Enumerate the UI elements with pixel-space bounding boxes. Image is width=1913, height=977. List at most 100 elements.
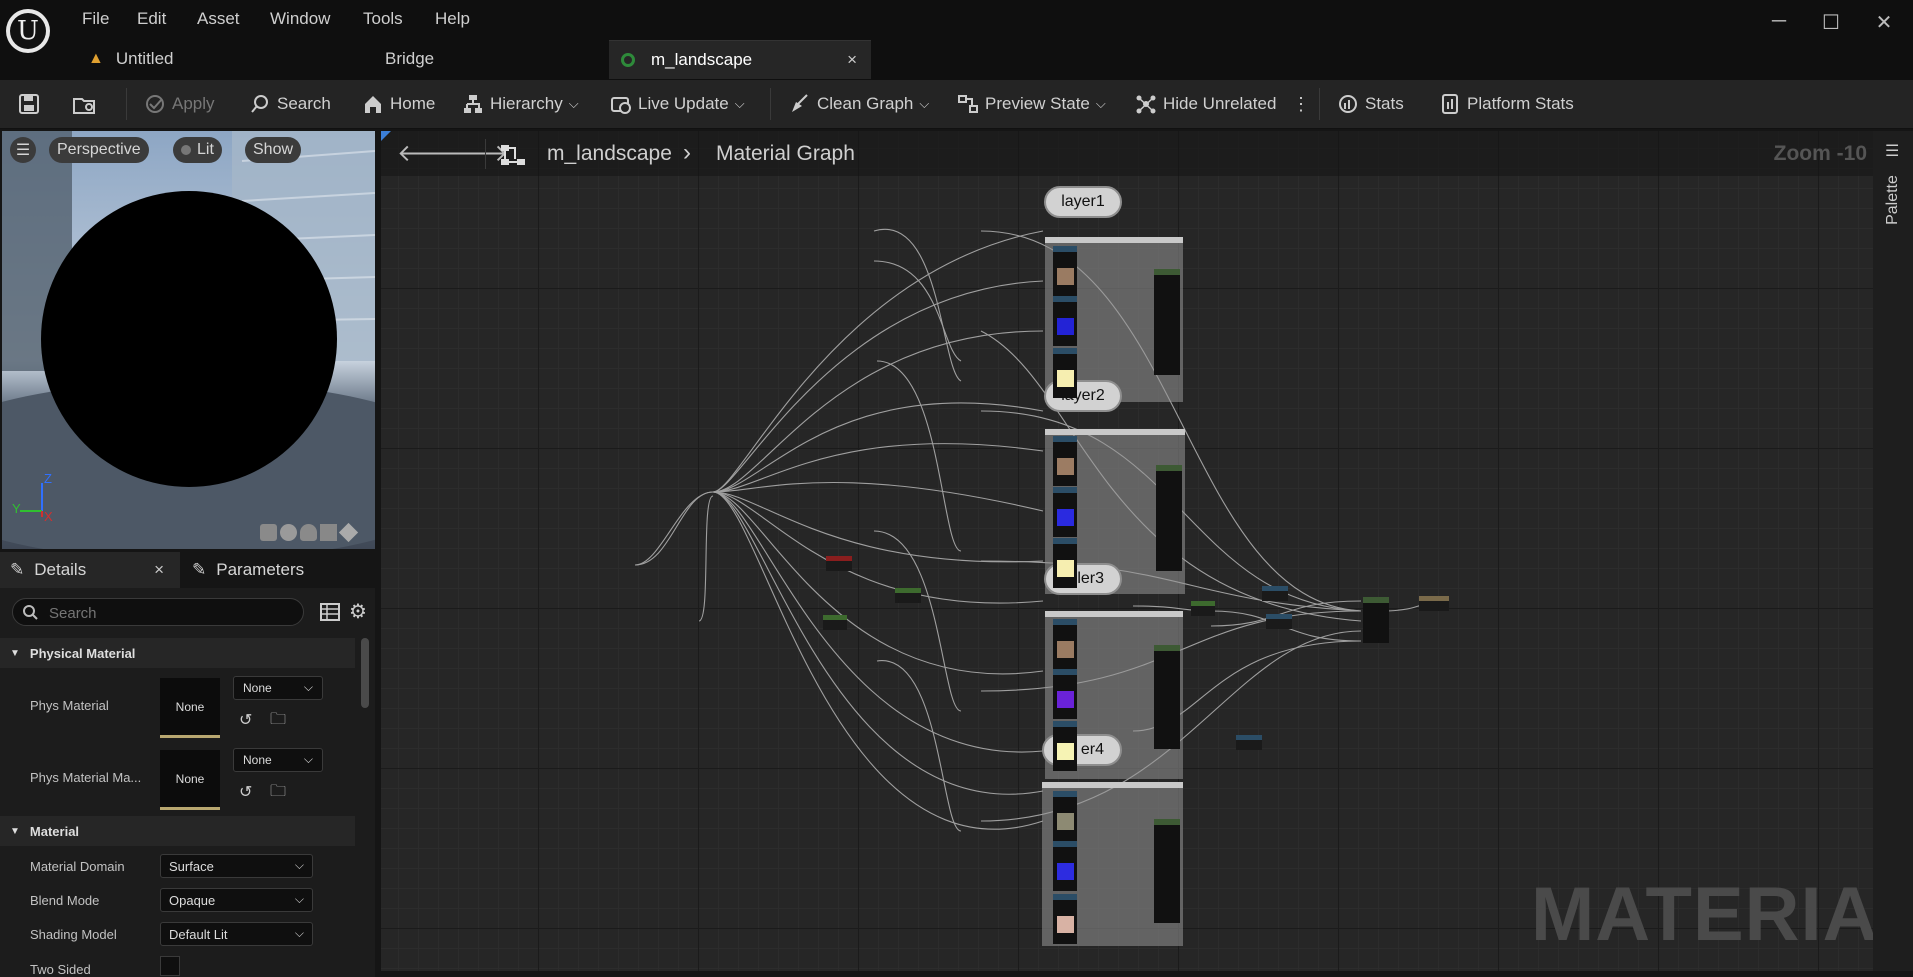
menu-file[interactable]: File — [82, 9, 109, 29]
menu-asset[interactable]: Asset — [197, 9, 240, 29]
menu-window[interactable]: Window — [270, 9, 330, 29]
hierarchy-dropdown[interactable]: Hierarchy ⌵ — [462, 90, 579, 118]
texture-sample-node[interactable] — [1053, 669, 1077, 719]
palette-list-icon[interactable]: ☰ — [1885, 141, 1899, 161]
maximize-button[interactable]: ☐ — [1816, 10, 1846, 35]
warning-icon: ▲ — [88, 50, 104, 67]
viewport-menu-button[interactable]: ☰ — [10, 137, 36, 163]
save-button[interactable] — [18, 90, 40, 118]
platform-stats-button[interactable]: Platform Stats — [1439, 90, 1574, 118]
details-search-box[interactable] — [12, 598, 304, 626]
cylinder-icon[interactable] — [260, 524, 277, 541]
show-button[interactable]: Show — [245, 137, 302, 163]
sphere-icon[interactable] — [280, 524, 297, 541]
preview-state-dropdown[interactable]: Preview State ⌵ — [957, 90, 1106, 118]
texture-sample-node[interactable] — [1053, 246, 1077, 296]
material-function-node[interactable] — [1154, 269, 1180, 375]
apply-button[interactable]: Apply — [144, 90, 215, 118]
texture-sample-node[interactable] — [1053, 841, 1077, 891]
texture-sample-node[interactable] — [1053, 436, 1077, 486]
parameter-node[interactable] — [1191, 601, 1215, 616]
lit-button[interactable]: Lit — [173, 137, 222, 163]
tab-bridge[interactable]: Bridge — [385, 40, 434, 78]
home-button[interactable]: Home — [362, 90, 435, 118]
close-window-button[interactable]: ✕ — [1869, 10, 1899, 35]
reset-arrow-icon[interactable]: ↺ — [239, 710, 252, 730]
combo-value: None — [243, 753, 272, 767]
tab-m-landscape[interactable]: m_landscape × — [609, 40, 871, 79]
texture-sample-node[interactable] — [1053, 791, 1077, 841]
collapse-arrow-icon: ▼ — [10, 647, 20, 659]
scalar-node[interactable] — [1262, 586, 1288, 601]
minimize-button[interactable]: ─ — [1764, 10, 1794, 33]
preview-viewport[interactable]: ☰ Perspective Lit Show Z Y X — [2, 131, 375, 549]
live-update-dropdown[interactable]: Live Update ⌵ — [610, 90, 745, 118]
breadcrumb-graph[interactable]: Material Graph — [716, 142, 855, 166]
menu-tools[interactable]: Tools — [363, 9, 403, 29]
material-function-node[interactable] — [1154, 819, 1180, 923]
comment-bubble-layer1[interactable]: layer1 — [1044, 186, 1122, 218]
stats-button[interactable]: Stats — [1337, 90, 1404, 118]
phys-material-mask-combo[interactable]: None ⌵ — [233, 748, 323, 772]
tab-details[interactable]: ✎ Details × — [0, 552, 180, 588]
texture-sample-node[interactable] — [1053, 296, 1077, 346]
phys-material-thumbnail[interactable]: None — [160, 678, 220, 738]
material-function-node[interactable] — [1154, 645, 1180, 749]
chevron-down-icon: ⌵ — [294, 858, 304, 872]
search-button[interactable]: Search — [249, 90, 331, 118]
material-output-node[interactable] — [1419, 596, 1449, 611]
texture-sample-node[interactable] — [1053, 894, 1077, 944]
cube-icon[interactable] — [320, 524, 337, 541]
section-material[interactable]: ▼ Material — [0, 816, 355, 846]
texture-sample-node[interactable] — [1053, 538, 1077, 588]
scalar-node[interactable] — [1266, 614, 1292, 629]
multiply-node[interactable] — [895, 588, 921, 603]
browse-asset-icon[interactable]: 🗀 — [270, 780, 286, 807]
menu-help[interactable]: Help — [435, 9, 470, 29]
details-scrollbar[interactable] — [361, 638, 369, 708]
shading-model-combo[interactable]: Default Lit ⌵ — [160, 922, 313, 946]
tab-close-icon[interactable]: × — [154, 560, 164, 580]
settings-gear-icon[interactable]: ⚙ — [349, 599, 367, 624]
breadcrumb-asset[interactable]: m_landscape — [547, 142, 672, 166]
reset-arrow-icon[interactable]: ↺ — [239, 782, 252, 802]
graph-hierarchy-icon[interactable] — [499, 143, 527, 167]
palette-tab[interactable]: Palette — [1884, 170, 1902, 230]
two-sided-checkbox[interactable] — [160, 956, 180, 976]
texture-sample-node[interactable] — [1053, 348, 1077, 398]
texcoord-node[interactable] — [823, 615, 847, 630]
texture-sample-node[interactable] — [1053, 487, 1077, 537]
browse-icon — [73, 98, 95, 114]
chevron-down-icon: ⌵ — [1095, 96, 1106, 111]
scalar-node[interactable] — [1236, 735, 1262, 750]
table-view-icon[interactable] — [320, 603, 340, 621]
texture-sample-node[interactable] — [1053, 721, 1077, 771]
unreal-logo-icon[interactable]: U — [6, 9, 50, 53]
phys-material-mask-thumbnail[interactable]: None — [160, 750, 220, 810]
phys-material-combo[interactable]: None ⌵ — [233, 676, 323, 700]
more-options-icon[interactable]: ⋮ — [1292, 90, 1310, 118]
material-domain-combo[interactable]: Surface ⌵ — [160, 854, 313, 878]
texture-sample-node[interactable] — [1053, 619, 1077, 669]
plane-icon[interactable] — [300, 524, 317, 541]
menu-edit[interactable]: Edit — [137, 9, 166, 29]
blend-mode-combo[interactable]: Opaque ⌵ — [160, 888, 313, 912]
browse-button[interactable] — [72, 90, 98, 118]
material-function-node[interactable] — [1156, 465, 1182, 571]
texture-object-node[interactable] — [826, 556, 852, 571]
hide-unrelated-button[interactable]: Hide Unrelated — [1135, 90, 1276, 118]
breadcrumb-separator: › — [683, 139, 691, 166]
toolbar: Apply Search Home Hierarchy ⌵ Live Updat… — [0, 80, 1913, 129]
perspective-button[interactable]: Perspective — [49, 137, 149, 163]
browse-asset-icon[interactable]: 🗀 — [270, 708, 286, 735]
tab-parameters[interactable]: ✎ Parameters — [192, 552, 304, 588]
custom-mesh-icon[interactable] — [338, 522, 359, 543]
tab-untitled[interactable]: ▲ Untitled — [88, 40, 173, 78]
combo-value: Surface — [169, 858, 214, 874]
clean-graph-dropdown[interactable]: Clean Graph ⌵ — [789, 90, 929, 118]
layer-blend-node[interactable] — [1363, 597, 1389, 643]
material-graph-canvas[interactable]: layer1 layer2 ler3 er4 MATERIAL — [381, 131, 1873, 971]
details-search-input[interactable] — [47, 602, 291, 624]
section-physical-material[interactable]: ▼ Physical Material — [0, 638, 355, 668]
tab-close-icon[interactable]: × — [847, 50, 857, 70]
